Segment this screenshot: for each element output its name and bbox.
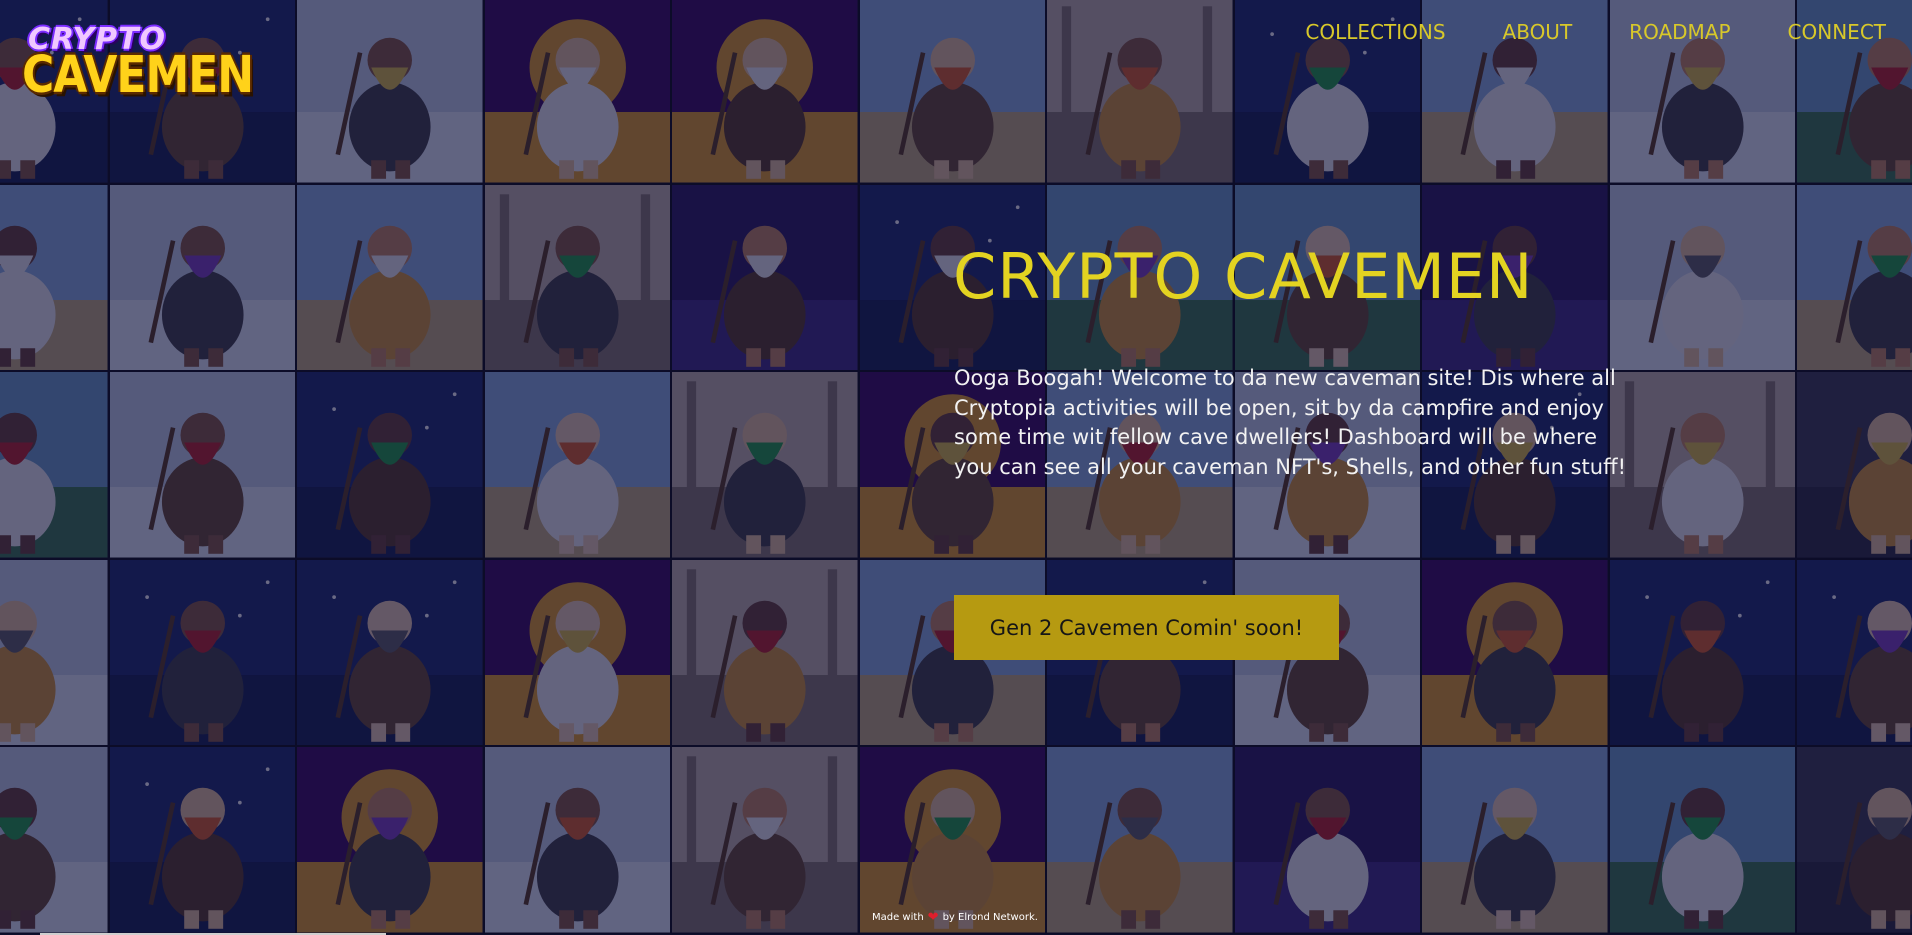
footer-by-text: by Elrond Network. [942, 912, 1038, 923]
nav-link-about[interactable]: ABOUT [1503, 20, 1573, 44]
footer-credit: Made with ❤ by Elrond Network. [872, 910, 1038, 925]
nav-link-roadmap[interactable]: ROADMAP [1629, 20, 1730, 44]
main-nav: COLLECTIONS ABOUT ROADMAP CONNECT [1305, 20, 1886, 44]
heart-icon: ❤ [927, 910, 939, 925]
nav-link-connect[interactable]: CONNECT [1788, 20, 1886, 44]
nav-link-collections[interactable]: COLLECTIONS [1305, 20, 1445, 44]
site-logo[interactable]: CRYPTO CAVEMEN [22, 20, 254, 105]
hero-title: CRYPTO CAVEMEN [953, 240, 1534, 313]
gen2-coming-soon-button[interactable]: Gen 2 Cavemen Comin' soon! [954, 595, 1339, 660]
hero-description: Ooga Boogah! Welcome to da new caveman s… [954, 366, 1626, 479]
footer-made-with: Made with [872, 912, 924, 923]
logo-text-bottom: CAVEMEN [22, 46, 254, 105]
